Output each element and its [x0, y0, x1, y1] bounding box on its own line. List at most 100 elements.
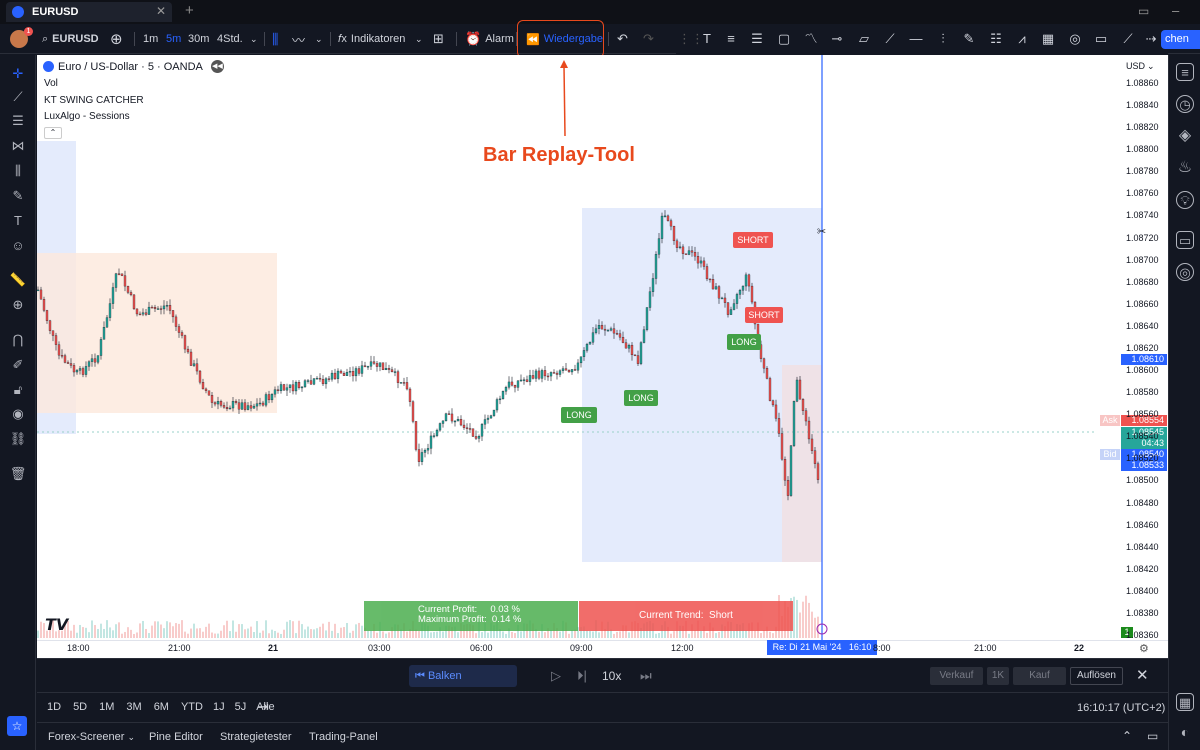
add-symbol-icon[interactable]: ⊕: [110, 24, 123, 54]
play-icon[interactable]: ▷: [551, 668, 561, 684]
range-1j[interactable]: 1J: [213, 701, 225, 713]
new-tab-icon[interactable]: +: [185, 2, 194, 19]
fib-tool-icon[interactable]: ☰: [748, 30, 766, 48]
layers-icon[interactable]: ◈: [1176, 127, 1194, 145]
calendar-icon[interactable]: ▦: [1176, 693, 1194, 711]
help-icon[interactable]: ◐: [1176, 723, 1194, 741]
grid-tool-icon[interactable]: ▦: [1039, 30, 1057, 48]
step-forward-icon[interactable]: ⏵|: [577, 668, 587, 684]
circle-tool-icon[interactable]: ◎: [1066, 30, 1084, 48]
fib-fan-icon[interactable]: ☷: [987, 30, 1005, 48]
jump-to-realtime-icon[interactable]: ⏭: [640, 668, 652, 684]
close-replay-icon[interactable]: ✕: [1136, 666, 1149, 684]
interval-dropdown-icon[interactable]: ⌄: [250, 24, 258, 54]
zoom-in-icon[interactable]: ⊕: [8, 296, 28, 314]
indicator-vol[interactable]: Vol: [44, 78, 58, 89]
indicator-sessions[interactable]: LuxAlgo - Sessions: [44, 111, 130, 122]
line-chart-icon[interactable]: 〰: [292, 24, 305, 54]
range-1d[interactable]: 1D: [47, 701, 61, 713]
callout-tool-icon[interactable]: ▭: [1092, 30, 1110, 48]
minimize-icon[interactable]: –: [1172, 3, 1179, 18]
interval-30m[interactable]: 30m: [188, 24, 209, 54]
lock-icon[interactable]: 🔓︎: [8, 381, 28, 399]
close-tab-icon[interactable]: ✕: [156, 4, 166, 18]
trendline-tool-icon[interactable]: ⟋: [881, 30, 899, 48]
trendline-icon[interactable]: ⟋: [8, 88, 28, 106]
pattern-icon[interactable]: ⋈: [8, 137, 28, 155]
scale-settings-gear-icon[interactable]: ⚙: [1139, 642, 1149, 655]
channel-tool-icon[interactable]: ▱: [855, 30, 873, 48]
lock-drawing-icon[interactable]: ✐: [8, 356, 28, 374]
indicator-swing-catcher[interactable]: KT SWING CATCHER: [44, 95, 144, 106]
link-icon[interactable]: ⛓: [8, 430, 28, 448]
tab-strategy-tester[interactable]: Strategietester: [220, 731, 292, 743]
replay-back-icon[interactable]: ◀◀: [210, 60, 224, 73]
alarm-button[interactable]: ⏰ Alarm: [465, 24, 514, 54]
trash-icon[interactable]: 🗑︎: [8, 465, 28, 483]
parallel-channel-icon[interactable]: ≡: [722, 30, 740, 48]
chat-icon[interactable]: ▭: [1176, 231, 1194, 249]
interval-1m[interactable]: 1m: [143, 24, 158, 54]
hotlist-flame-icon[interactable]: ♨: [1176, 159, 1194, 177]
undo-icon[interactable]: ↶: [617, 24, 628, 54]
ruler-icon[interactable]: 📏: [8, 271, 28, 289]
range-1m[interactable]: 1M: [99, 701, 114, 713]
ideas-bulb-icon[interactable]: 💡︎: [1176, 191, 1194, 209]
clock-readout[interactable]: 16:10:17 (UTC+2): [1077, 702, 1165, 714]
more-tools-icon[interactable]: ⇢: [1142, 30, 1160, 48]
pattern-tool-icon[interactable]: 〽: [802, 30, 820, 48]
window-icon[interactable]: ▭: [1138, 4, 1149, 18]
fib-retracement-icon[interactable]: ☰: [8, 112, 28, 130]
emoji-icon[interactable]: ☺: [8, 237, 28, 255]
redo-icon[interactable]: ↷: [643, 24, 654, 54]
currency-dropdown-icon[interactable]: ⌄: [1147, 61, 1155, 72]
crosshair-icon[interactable]: ✛: [8, 65, 28, 83]
symbol-tab[interactable]: EURUSD ✕: [6, 2, 172, 22]
interval-5m[interactable]: 5m: [166, 24, 181, 54]
quantity-field[interactable]: 1K: [987, 667, 1009, 685]
text-tool-icon[interactable]: T: [698, 30, 716, 48]
horizontal-ray-icon[interactable]: ⊸: [828, 30, 846, 48]
publish-button[interactable]: chen: [1161, 30, 1200, 49]
dissolve-button[interactable]: Auflösen: [1070, 667, 1123, 685]
layout-grid-icon[interactable]: ⊞: [433, 24, 444, 54]
drag-handle-icon[interactable]: ⋮⋮: [678, 30, 704, 48]
interval-4h[interactable]: 4Std.: [217, 24, 243, 54]
candles-icon[interactable]: ⫼: [272, 24, 278, 54]
range-6m[interactable]: 6M: [154, 701, 169, 713]
symbol-search[interactable]: ⌕ EURUSD: [42, 24, 99, 54]
brush-tool-icon[interactable]: ✎: [960, 30, 978, 48]
sell-button[interactable]: Verkauf: [930, 667, 983, 685]
indicators-dropdown-icon[interactable]: ⌄: [415, 24, 423, 54]
range-5j[interactable]: 5J: [235, 701, 247, 713]
alerts-clock-icon[interactable]: ◷: [1176, 95, 1194, 113]
maximize-panel-icon[interactable]: ▭: [1147, 729, 1158, 743]
select-bars-button[interactable]: ⏮ Balken auswählen ⌄: [409, 665, 517, 704]
rectangle-tool-icon[interactable]: ▢: [775, 30, 793, 48]
range-ytd[interactable]: YTD: [181, 701, 203, 713]
goto-date-icon[interactable]: ⇥: [258, 699, 269, 715]
collapse-panel-icon[interactable]: ⌃: [1122, 729, 1132, 743]
buy-button[interactable]: Kauf: [1013, 667, 1066, 685]
eye-icon[interactable]: ◉: [8, 405, 28, 423]
text-icon[interactable]: T: [8, 212, 28, 230]
range-5d[interactable]: 5D: [73, 701, 87, 713]
collapse-legend-icon[interactable]: ⌃: [44, 127, 62, 139]
time-scale[interactable]: [37, 640, 1168, 658]
prediction-icon[interactable]: ⫼: [8, 162, 28, 180]
tab-pine-editor[interactable]: Pine Editor: [149, 731, 203, 743]
replay-speed[interactable]: 10x: [602, 669, 621, 683]
currency-label[interactable]: USD: [1126, 61, 1145, 71]
elliott-wave-icon[interactable]: ⩘: [1013, 30, 1031, 48]
tab-forex-screener[interactable]: Forex-Screener ⌄: [48, 731, 135, 743]
horizontal-line-icon[interactable]: —: [907, 30, 925, 48]
broadcast-icon[interactable]: ◎: [1176, 263, 1194, 281]
tab-trading-panel[interactable]: Trading-Panel: [309, 731, 378, 743]
range-3m[interactable]: 3M: [126, 701, 141, 713]
brush-icon[interactable]: ✎: [8, 187, 28, 205]
magnet-icon[interactable]: ⋂: [8, 331, 28, 349]
indicators-button[interactable]: 𝑓x Indikatoren: [338, 24, 405, 54]
watchlist-icon[interactable]: ≡: [1176, 63, 1194, 81]
star-favorites-icon[interactable]: ☆: [7, 716, 27, 736]
pen-tool-icon[interactable]: ⟋: [1119, 30, 1137, 48]
